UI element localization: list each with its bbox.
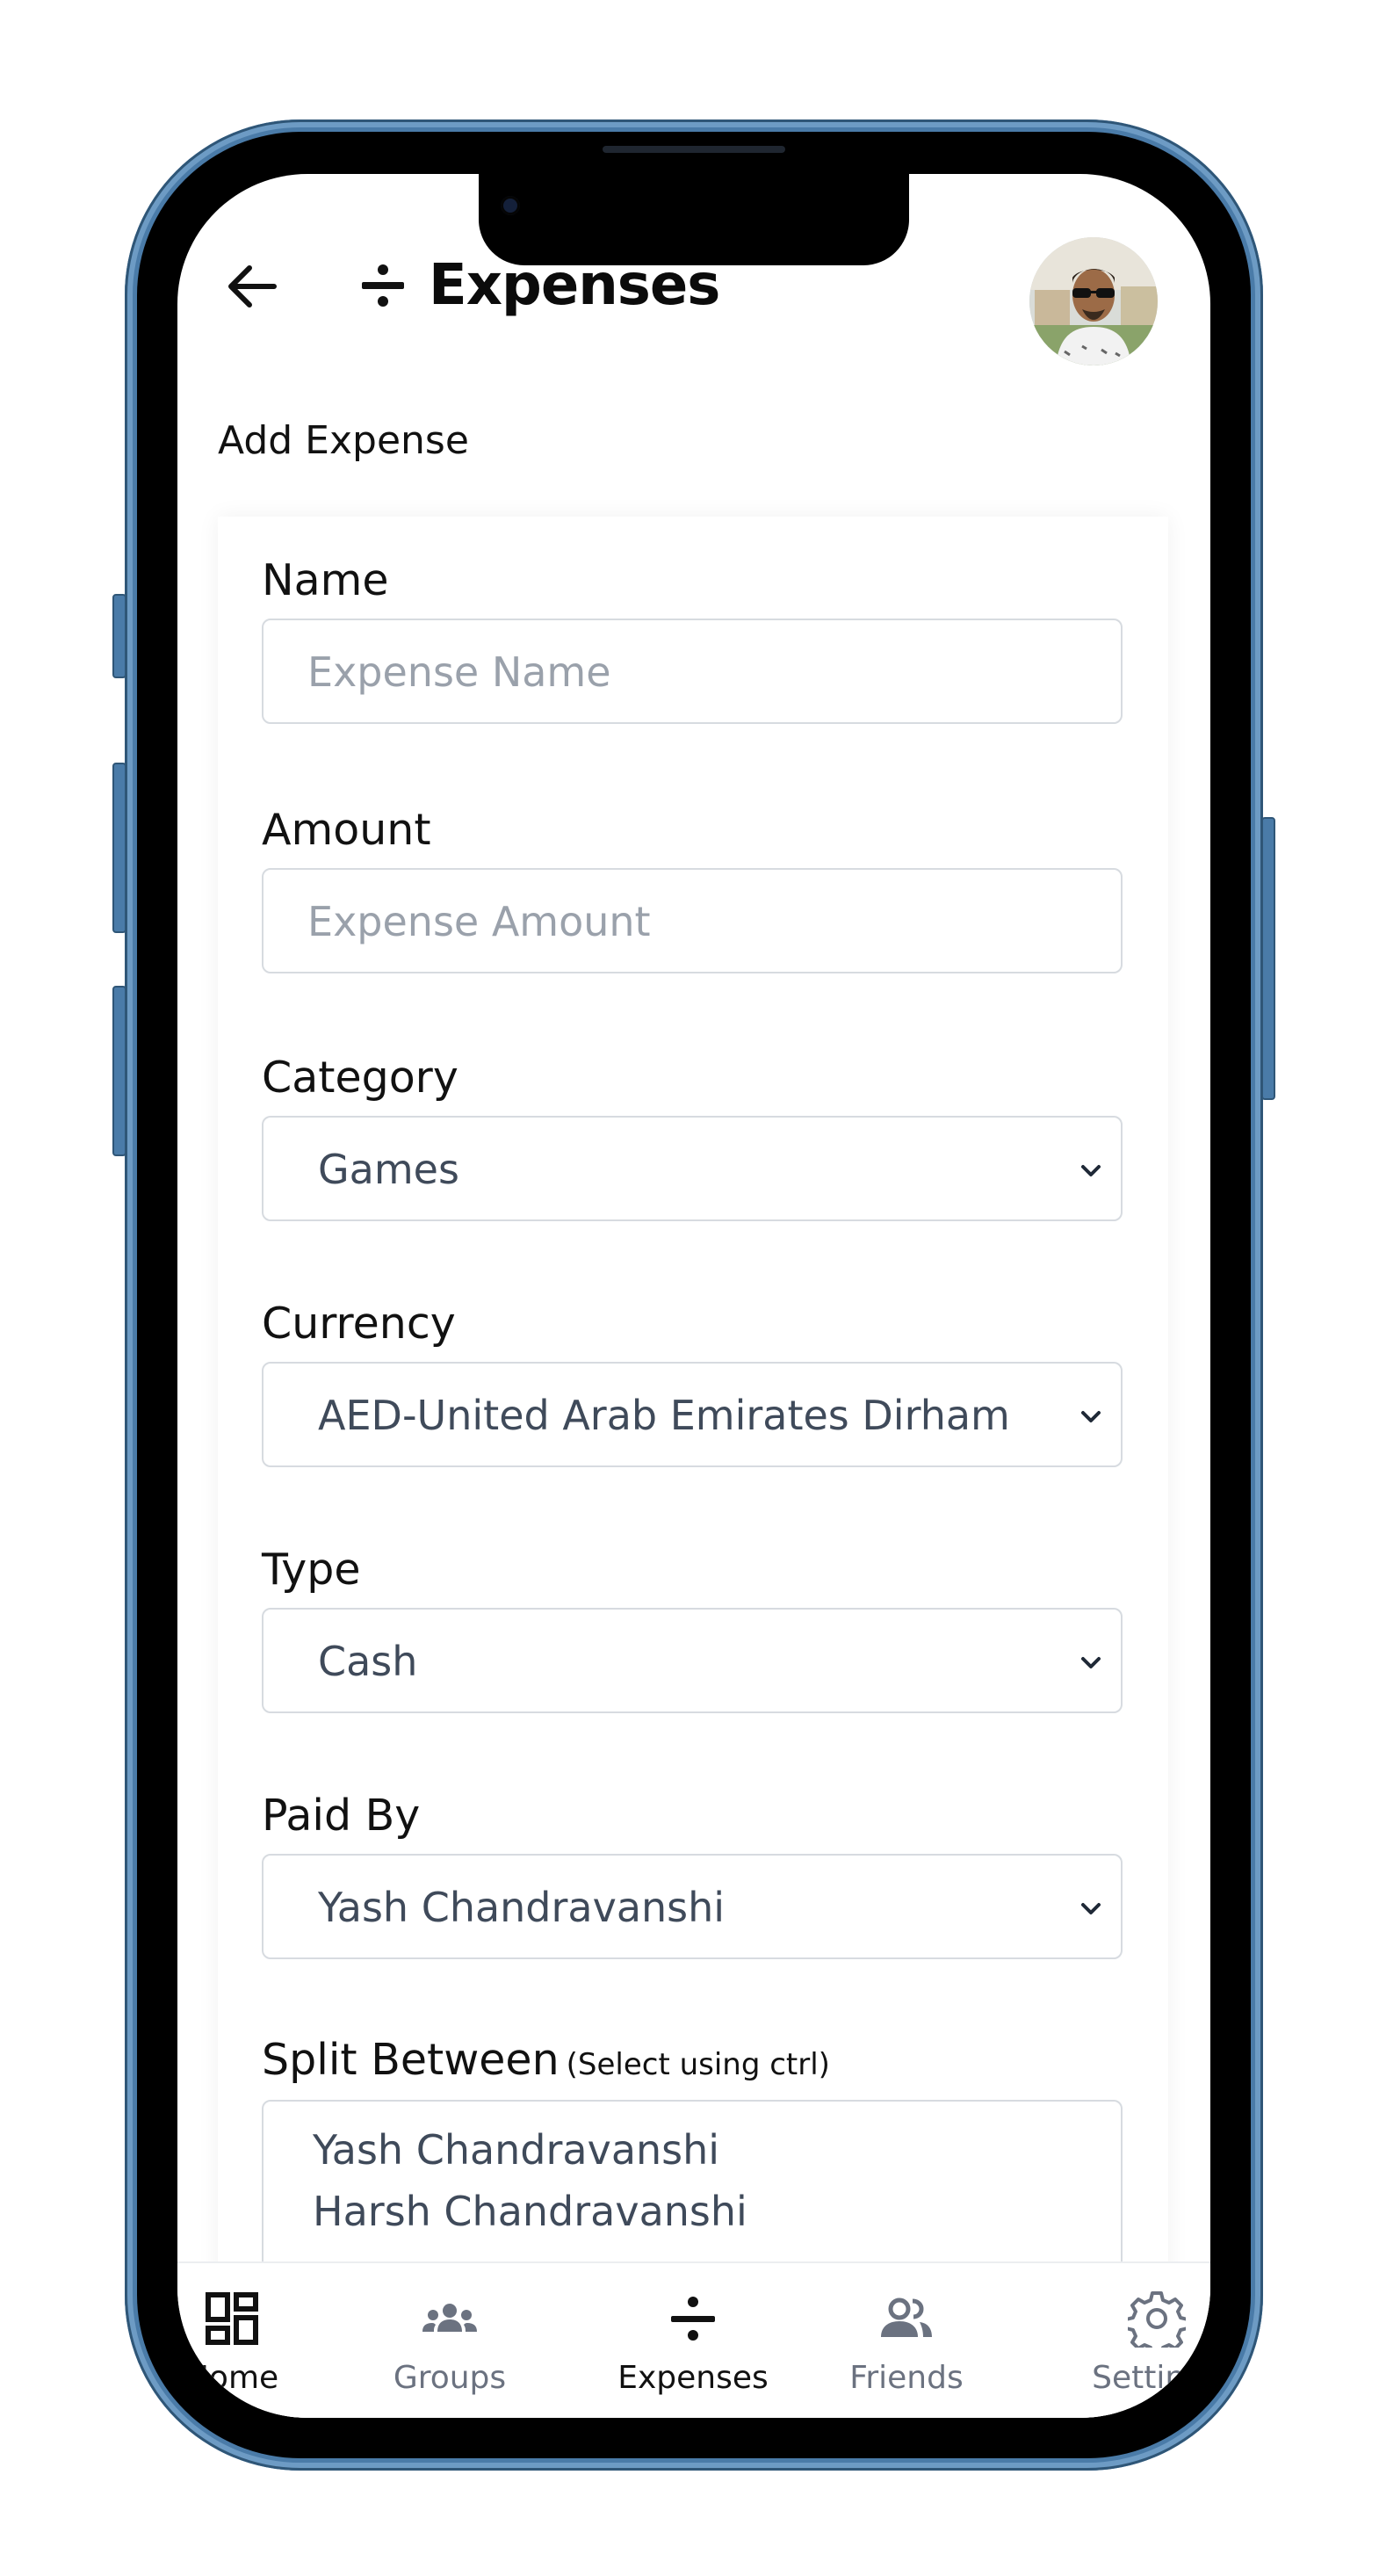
phone-volume-up xyxy=(112,763,126,933)
paid-by-label: Paid By xyxy=(262,1791,421,1841)
phone-volume-down xyxy=(112,986,126,1156)
expense-name-input[interactable]: Expense Name xyxy=(262,619,1123,724)
friends-icon xyxy=(881,2297,932,2337)
groups-icon xyxy=(422,2304,477,2332)
section-title: Add Expense xyxy=(218,418,469,463)
back-button[interactable] xyxy=(223,257,281,315)
page-header: Expenses xyxy=(360,253,720,318)
user-photo xyxy=(1029,237,1158,365)
nav-item-groups[interactable]: Groups xyxy=(362,2263,538,2418)
category-select[interactable]: Games xyxy=(262,1116,1123,1221)
nav-item-settings[interactable]: Settings xyxy=(1056,2263,1210,2418)
phone-power-button xyxy=(1261,817,1275,1100)
nav-label-groups: Groups xyxy=(393,2360,507,2396)
nav-item-friends[interactable]: Friends xyxy=(819,2263,994,2418)
phone-mute-switch xyxy=(112,594,126,678)
camera-icon xyxy=(501,196,520,215)
phone-speaker xyxy=(603,146,785,153)
chevron-down-icon xyxy=(1081,1411,1101,1422)
type-label: Type xyxy=(262,1545,361,1595)
split-option[interactable]: Harsh Chandravanshi xyxy=(313,2188,747,2235)
type-selected: Cash xyxy=(318,1638,418,1685)
bottom-nav: Home Groups Expenses Friends Settings xyxy=(177,2261,1210,2418)
split-between-hint: (Select using ctrl) xyxy=(566,2047,830,2082)
page-title: Expenses xyxy=(429,253,720,318)
split-option[interactable]: Yash Chandravanshi xyxy=(313,2126,719,2174)
divide-icon xyxy=(671,2297,715,2341)
name-label: Name xyxy=(262,555,389,605)
type-select[interactable]: Cash xyxy=(262,1608,1123,1713)
nav-item-expenses[interactable]: Expenses xyxy=(592,2263,794,2418)
nav-label-friends: Friends xyxy=(849,2360,964,2396)
split-between-label: Split Between (Select using ctrl) xyxy=(262,2035,830,2085)
arrow-left-icon xyxy=(228,265,277,308)
dashboard-icon xyxy=(206,2292,258,2345)
chevron-down-icon xyxy=(1081,1903,1101,1914)
chevron-down-icon xyxy=(1081,1165,1101,1176)
notch xyxy=(479,174,909,265)
app-screen: Expenses Add Expense Name Expense Name A… xyxy=(177,174,1210,2418)
paid-by-select[interactable]: Yash Chandravanshi xyxy=(262,1854,1123,1959)
category-selected: Games xyxy=(318,1146,459,1193)
split-between-title: Split Between xyxy=(262,2035,560,2085)
expense-amount-placeholder: Expense Amount xyxy=(307,898,651,945)
nav-label-expenses: Expenses xyxy=(617,2360,769,2396)
category-label: Category xyxy=(262,1053,458,1103)
amount-label: Amount xyxy=(262,805,431,855)
gear-icon xyxy=(1128,2291,1186,2348)
currency-select[interactable]: AED-United Arab Emirates Dirham xyxy=(262,1362,1123,1467)
divide-icon xyxy=(362,264,404,307)
nav-item-home[interactable]: Home xyxy=(177,2263,320,2418)
nav-label-settings: Settings xyxy=(1092,2360,1210,2396)
currency-label: Currency xyxy=(262,1299,456,1349)
expense-amount-input[interactable]: Expense Amount xyxy=(262,868,1123,973)
avatar[interactable] xyxy=(1029,237,1158,365)
currency-selected: AED-United Arab Emirates Dirham xyxy=(318,1392,1010,1439)
nav-label-home: Home xyxy=(184,2360,279,2396)
paid-by-selected: Yash Chandravanshi xyxy=(318,1884,726,1931)
chevron-down-icon xyxy=(1081,1657,1101,1668)
expense-name-placeholder: Expense Name xyxy=(307,648,611,696)
